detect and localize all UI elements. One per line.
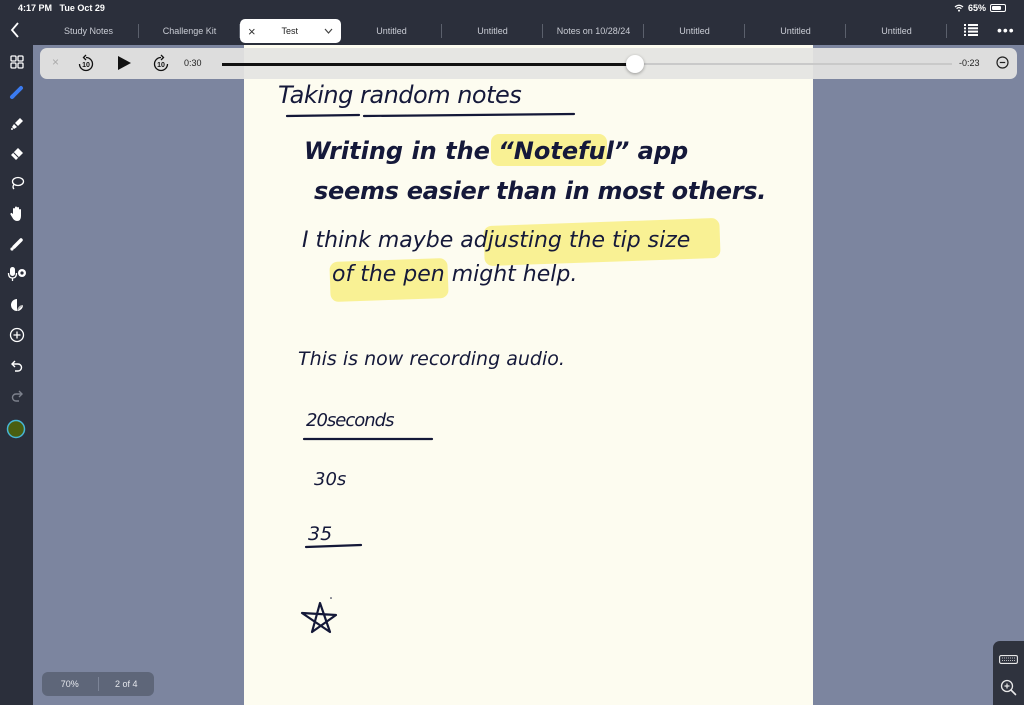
keyboard-button[interactable] — [999, 651, 1018, 669]
audio-scrubber[interactable] — [222, 55, 952, 73]
skip-back-button[interactable]: 10 — [77, 54, 95, 78]
tab-label: Study Notes — [63, 26, 114, 36]
drawings — [300, 543, 363, 634]
status-indicators: 65% — [954, 3, 1006, 13]
grid-view-icon[interactable] — [8, 53, 25, 70]
highlighter-icon[interactable] — [8, 114, 25, 131]
zoom-in-icon — [1000, 679, 1017, 696]
scrubber-progress — [222, 62, 636, 66]
close-player-button[interactable]: × — [52, 55, 59, 69]
skip-back-label: 10 — [82, 62, 90, 69]
tab-label: Untitled — [477, 26, 508, 36]
bottom-right-panel — [993, 641, 1024, 705]
chevron-left-icon — [10, 22, 19, 38]
skip-forward-label: 10 — [157, 62, 165, 69]
tab-label: Test — [281, 26, 299, 36]
lasso-icon[interactable] — [8, 174, 25, 191]
elapsed-time: 0:30 — [184, 58, 202, 68]
tab-untitled-4[interactable]: Untitled — [745, 19, 846, 43]
battery-percent: 65% — [967, 3, 986, 13]
note-page[interactable]: Taking random notes Writing in the “Note… — [244, 45, 813, 705]
minus-circle-icon — [996, 56, 1009, 69]
page-indicator[interactable]: 2 of 4 — [99, 679, 155, 689]
eraser-icon[interactable] — [8, 144, 25, 161]
back-button[interactable] — [10, 22, 20, 41]
audio-record-icon[interactable] — [7, 265, 27, 282]
status-time: 4:17 PM Tue Oct 29 — [18, 3, 105, 13]
scrubber-thumb[interactable] — [626, 55, 645, 73]
audio-player: × 10 10 0:30 -0:23 — [40, 48, 1017, 79]
zoom-in-button[interactable] — [1000, 679, 1017, 701]
tab-untitled-3[interactable]: Untitled — [644, 19, 745, 43]
skip-forward-10-icon: 10 — [153, 54, 169, 72]
battery-icon — [990, 4, 1006, 12]
tab-study-notes[interactable]: Study Notes — [38, 19, 139, 43]
star-drawing — [300, 601, 338, 634]
tab-label: Untitled — [881, 26, 912, 36]
tab-untitled-2[interactable]: Untitled — [442, 19, 543, 43]
tab-label: Challenge Kit — [162, 26, 217, 36]
tab-untitled-1[interactable]: Untitled — [341, 19, 442, 43]
more-icon[interactable]: ••• — [997, 23, 1015, 37]
add-icon[interactable] — [8, 326, 25, 343]
list-icon[interactable] — [964, 24, 978, 36]
zoom-level[interactable]: 70% — [42, 679, 98, 689]
wifi-icon — [954, 4, 964, 12]
tab-bar: Study Notes Challenge Kit × Test Untitle… — [38, 19, 947, 43]
date: Tue Oct 29 — [59, 3, 105, 13]
clock: 4:17 PM — [18, 3, 53, 13]
keyboard-icon — [999, 655, 1018, 664]
skip-back-10-icon: 10 — [78, 54, 94, 72]
close-tab-icon[interactable]: × — [248, 24, 256, 39]
skip-forward-button[interactable]: 10 — [152, 54, 170, 78]
laser-pointer-icon[interactable] — [8, 235, 25, 252]
tool-sidebar — [0, 45, 33, 705]
tab-notes-10-28-24[interactable]: Notes on 10/28/24 — [543, 19, 644, 43]
tab-untitled-5[interactable]: Untitled — [846, 19, 947, 43]
tab-label: Notes on 10/28/24 — [556, 26, 631, 36]
remaining-time: -0:23 — [959, 58, 980, 68]
hand-icon[interactable] — [8, 205, 25, 222]
tab-label: Untitled — [679, 26, 710, 36]
tab-label: Untitled — [780, 26, 811, 36]
zoom-page-indicator[interactable]: 70% 2 of 4 — [42, 672, 154, 696]
top-bar: 4:17 PM Tue Oct 29 65% Study Notes Chall… — [0, 0, 1024, 45]
play-button[interactable] — [118, 56, 131, 70]
minimize-player-button[interactable] — [996, 56, 1009, 74]
pen-icon[interactable] — [8, 83, 25, 100]
color-swatch[interactable] — [6, 419, 26, 439]
tab-label: Untitled — [376, 26, 407, 36]
redo-icon[interactable] — [8, 387, 25, 404]
tab-challenge-kit[interactable]: Challenge Kit — [139, 19, 240, 43]
undo-icon[interactable] — [8, 357, 25, 374]
chevron-down-icon[interactable] — [324, 28, 333, 34]
tab-test[interactable]: × Test — [240, 19, 341, 43]
sticker-icon[interactable] — [8, 296, 25, 313]
